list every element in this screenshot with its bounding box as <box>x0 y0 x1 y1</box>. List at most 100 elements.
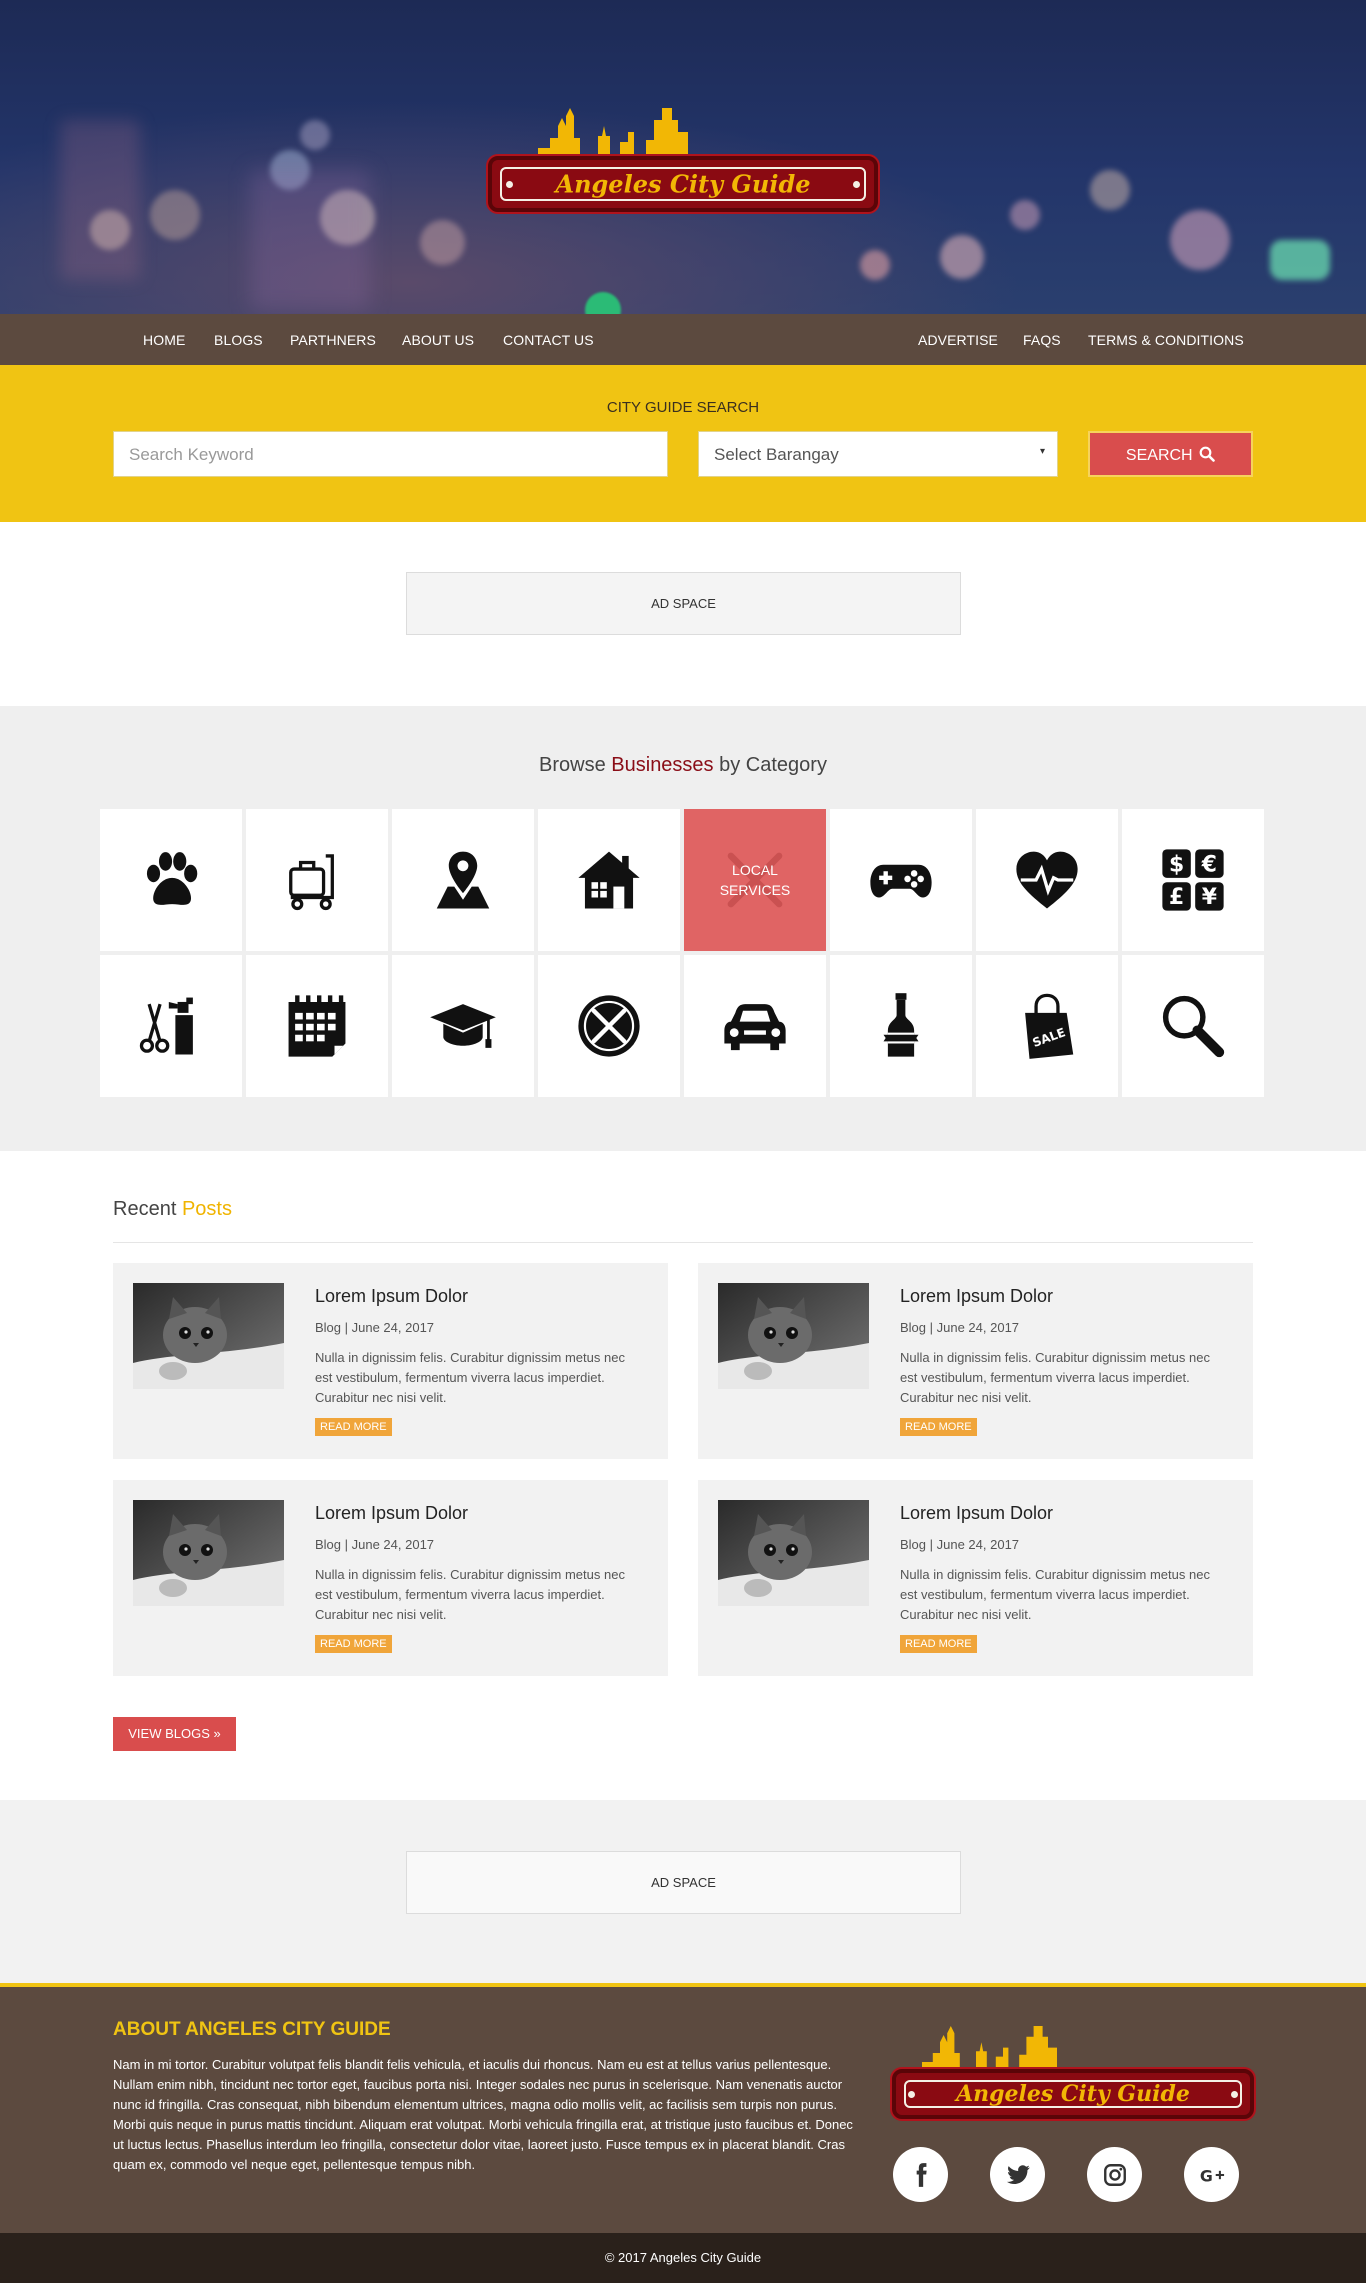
svg-text:¥: ¥ <box>1202 885 1217 910</box>
read-more-button[interactable]: READ MORE <box>900 1418 977 1436</box>
category-automotive[interactable] <box>684 955 826 1097</box>
twitter-icon <box>1006 2164 1030 2184</box>
post-thumbnail[interactable] <box>133 1283 284 1389</box>
kitten-image <box>133 1283 284 1389</box>
chevron-down-icon: ▾ <box>1039 446 1045 457</box>
instagram-icon <box>1103 2163 1126 2186</box>
post-card[interactable]: Lorem Ipsum Dolor Blog | June 24, 2017 N… <box>698 1480 1253 1676</box>
nav-partners[interactable]: PARTHNERS <box>290 332 376 348</box>
skyline-icon <box>922 2026 1057 2071</box>
category-health[interactable] <box>976 809 1118 951</box>
barangay-select-value: Select Barangay <box>714 445 839 464</box>
post-title[interactable]: Lorem Ipsum Dolor <box>315 1286 468 1307</box>
twitter-button[interactable] <box>990 2147 1045 2202</box>
kitten-image <box>718 1283 869 1389</box>
graduation-cap-icon <box>430 1004 496 1048</box>
gamepad-icon <box>870 864 932 898</box>
bottle-icon <box>883 993 919 1057</box>
post-thumbnail[interactable] <box>718 1283 869 1389</box>
site-logo[interactable]: Angeles City Guide <box>488 98 878 218</box>
nav-terms[interactable]: TERMS & CONDITIONS <box>1088 332 1244 348</box>
category-grooming[interactable] <box>100 955 242 1097</box>
category-games[interactable] <box>830 809 972 951</box>
facebook-icon <box>916 2162 927 2187</box>
footer: ABOUT ANGELES CITY GUIDE Nam in mi torto… <box>0 1983 1366 2233</box>
categories-title-pre: Browse <box>539 754 612 776</box>
instagram-button[interactable] <box>1087 2147 1142 2202</box>
about-title: ABOUT ANGELES CITY GUIDE <box>113 2019 391 2040</box>
svg-text:€: € <box>1201 852 1217 877</box>
barangay-select[interactable]: Select Barangay ▾ <box>698 431 1058 477</box>
nav-advertise[interactable]: ADVERTISE <box>918 332 998 348</box>
post-card[interactable]: Lorem Ipsum Dolor Blog | June 24, 2017 N… <box>698 1263 1253 1459</box>
categories-title: Browse Businesses by Category <box>0 754 1366 777</box>
nav-faqs[interactable]: FAQS <box>1023 332 1061 348</box>
nav-about-us[interactable]: ABOUT US <box>402 332 474 348</box>
post-excerpt: Nulla in dignissim felis. Curabitur dign… <box>900 1350 1210 1405</box>
post-title[interactable]: Lorem Ipsum Dolor <box>315 1503 468 1524</box>
post-excerpt: Nulla in dignissim felis. Curabitur dign… <box>315 1350 625 1405</box>
facebook-button[interactable] <box>893 2147 948 2202</box>
nav-home[interactable]: HOME <box>143 332 185 348</box>
recent-posts-title: Recent Posts <box>113 1198 232 1221</box>
hero-banner: Angeles City Guide <box>0 0 1366 314</box>
logo-text: Angeles City Guide <box>956 2081 1190 2107</box>
dining-icon <box>578 995 640 1057</box>
local-services-label-line1: LOCAL <box>732 862 778 878</box>
categories-title-post: by Category <box>713 754 827 776</box>
post-title[interactable]: Lorem Ipsum Dolor <box>900 1503 1053 1524</box>
divider <box>113 1242 1253 1243</box>
local-services-label-line2: SERVICES <box>719 882 791 898</box>
category-shopping[interactable]: SALE <box>976 955 1118 1097</box>
search-button[interactable]: SEARCH <box>1088 431 1253 477</box>
category-places[interactable] <box>392 809 534 951</box>
category-dining[interactable] <box>538 955 680 1097</box>
category-search-more[interactable] <box>1122 955 1264 1097</box>
google-plus-icon: G <box>1199 2166 1224 2185</box>
google-plus-button[interactable]: G <box>1184 2147 1239 2202</box>
post-meta: Blog | June 24, 2017 <box>900 1320 1020 1335</box>
ad-space-bottom[interactable]: AD SPACE <box>406 1851 961 1914</box>
category-real-estate[interactable] <box>538 809 680 951</box>
map-pin-icon <box>436 851 490 909</box>
logo-sign: Angeles City Guide <box>488 156 878 212</box>
post-card[interactable]: Lorem Ipsum Dolor Blog | June 24, 2017 N… <box>113 1480 668 1676</box>
search-button-label: SEARCH <box>1125 447 1193 464</box>
logo-sign: Angeles City Guide <box>892 2069 1254 2119</box>
category-finance[interactable]: $ € £ ¥ <box>1122 809 1264 951</box>
recent-title-highlight: Posts <box>181 1198 232 1220</box>
currency-icon: $ € £ ¥ <box>1162 849 1224 911</box>
view-blogs-button[interactable]: VIEW BLOGS » <box>113 1717 236 1751</box>
read-more-button[interactable]: READ MORE <box>315 1635 392 1653</box>
house-icon <box>578 851 640 909</box>
category-bars[interactable] <box>830 955 972 1097</box>
calendar-icon <box>288 995 346 1057</box>
categories-title-highlight: Businesses <box>611 754 714 776</box>
post-meta: Blog | June 24, 2017 <box>315 1320 435 1335</box>
grooming-icon <box>139 997 193 1055</box>
footer-logo[interactable]: Angeles City Guide <box>892 2017 1254 2119</box>
ad-space-top[interactable]: AD SPACE <box>406 572 961 635</box>
kitten-image <box>718 1500 869 1606</box>
kitten-image <box>133 1500 284 1606</box>
read-more-button[interactable]: READ MORE <box>900 1635 977 1653</box>
post-thumbnail[interactable] <box>718 1500 869 1606</box>
search-section: CITY GUIDE SEARCH Search Keyword Select … <box>0 365 1366 522</box>
category-events[interactable] <box>246 955 388 1097</box>
car-icon <box>724 1004 786 1051</box>
category-travel[interactable] <box>246 809 388 951</box>
svg-text:$: $ <box>1169 852 1184 877</box>
paw-icon <box>146 852 198 905</box>
read-more-button[interactable]: READ MORE <box>315 1418 392 1436</box>
nav-contact-us[interactable]: CONTACT US <box>503 332 594 348</box>
category-education[interactable] <box>392 955 534 1097</box>
nav-blogs[interactable]: BLOGS <box>214 332 263 348</box>
main-nav: HOME BLOGS PARTHNERS ABOUT US CONTACT US… <box>0 314 1366 365</box>
category-pets[interactable] <box>100 809 242 951</box>
search-icon <box>1199 446 1215 462</box>
post-card[interactable]: Lorem Ipsum Dolor Blog | June 24, 2017 N… <box>113 1263 668 1459</box>
category-local-services[interactable]: LOCAL SERVICES <box>684 809 826 951</box>
post-thumbnail[interactable] <box>133 1500 284 1606</box>
search-keyword-input[interactable]: Search Keyword <box>113 431 668 477</box>
post-title[interactable]: Lorem Ipsum Dolor <box>900 1286 1053 1307</box>
